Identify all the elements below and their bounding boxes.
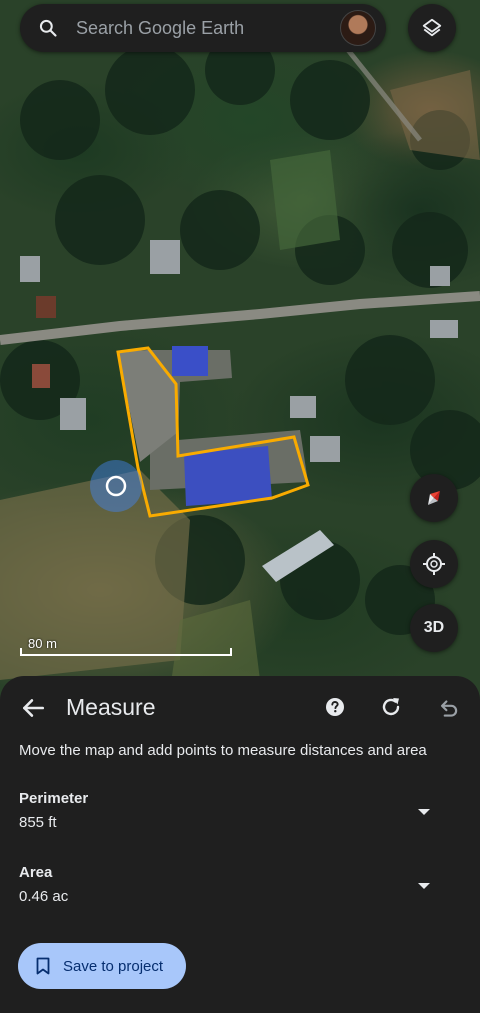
bookmark-icon (36, 957, 50, 975)
back-arrow-icon[interactable] (20, 695, 46, 721)
refresh-icon[interactable] (379, 695, 403, 719)
save-to-project-button[interactable]: Save to project (18, 943, 186, 989)
measure-instruction: Move the map and add points to measure d… (19, 742, 427, 759)
save-to-project-label: Save to project (63, 957, 164, 975)
unit-dropdown-icon[interactable] (414, 802, 434, 822)
account-avatar[interactable] (340, 10, 376, 46)
satellite-map[interactable]: 3D 80 m (0, 0, 480, 700)
area-value: 0.46 ac (19, 888, 69, 905)
scale-bar (20, 648, 232, 656)
search-icon[interactable] (38, 18, 58, 38)
map-imagery (0, 35, 480, 690)
area-row[interactable]: Area 0.46 ac (0, 864, 480, 920)
perimeter-row[interactable]: Perimeter 855 ft (0, 790, 480, 846)
3d-toggle-button[interactable]: 3D (410, 604, 458, 652)
measure-title: Measure (66, 694, 156, 720)
my-location-button[interactable] (410, 540, 458, 588)
perimeter-value: 855 ft (19, 814, 57, 831)
layers-icon (422, 18, 442, 37)
my-location-icon (423, 553, 445, 575)
unit-dropdown-icon[interactable] (414, 876, 434, 896)
perimeter-label: Perimeter (19, 790, 89, 807)
compass-icon (428, 491, 440, 505)
measure-header: Measure (0, 676, 480, 740)
measure-panel: Measure Move the map and add points to m… (0, 676, 480, 1013)
search-bar[interactable] (20, 4, 386, 52)
area-label: Area (19, 864, 53, 881)
undo-icon[interactable] (435, 695, 461, 721)
map-scale: 80 m (20, 634, 232, 656)
search-input[interactable] (76, 17, 340, 39)
help-icon[interactable] (325, 697, 345, 717)
compass-button[interactable] (410, 474, 458, 522)
layers-button[interactable] (408, 4, 456, 52)
